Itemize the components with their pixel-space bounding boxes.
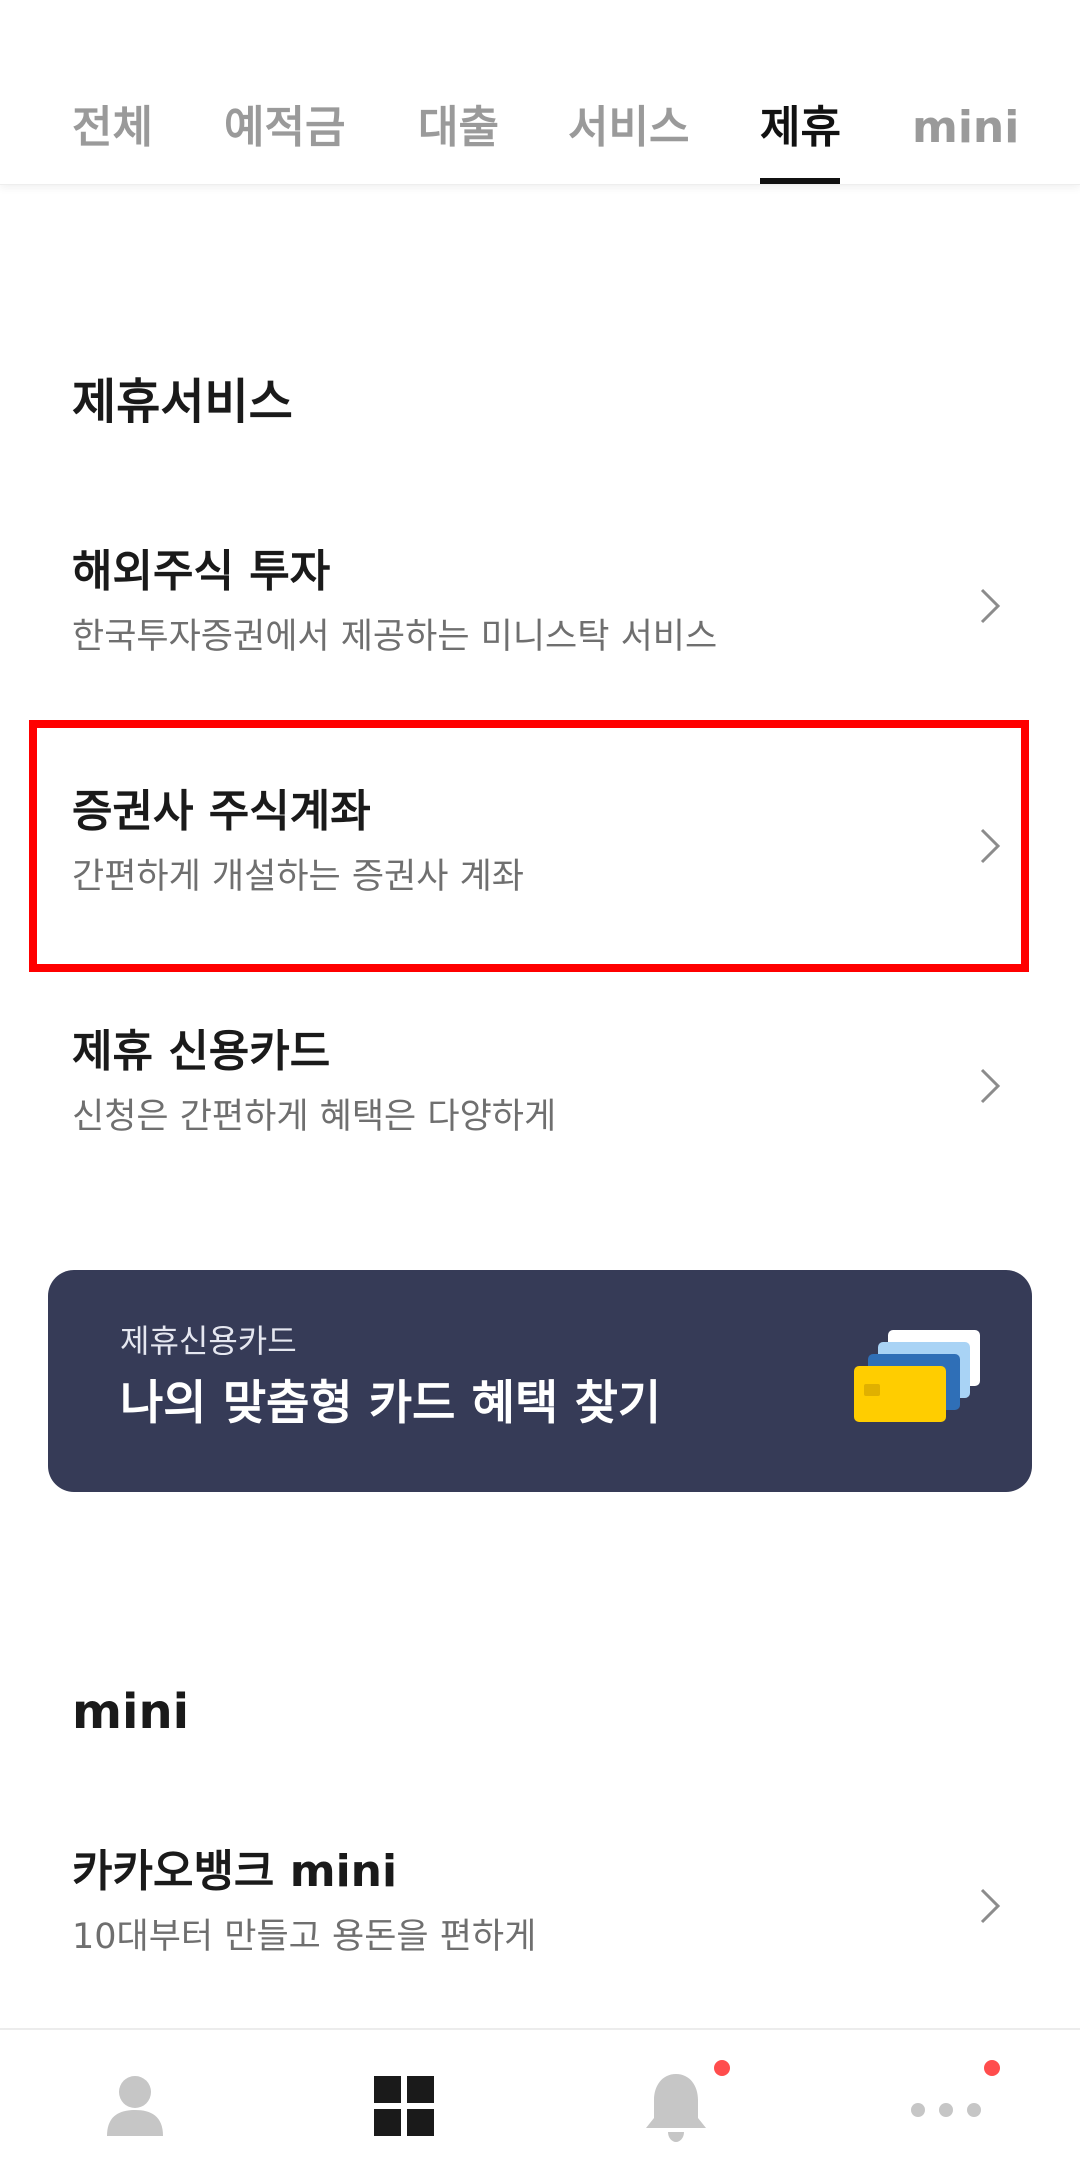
chevron-right-icon	[980, 1888, 1001, 1924]
tab-services[interactable]: 서비스	[568, 100, 689, 156]
item-title: 제휴 신용카드	[72, 1026, 331, 1077]
nav-products[interactable]	[364, 2066, 444, 2146]
chevron-right-icon	[980, 1068, 1001, 1104]
list-item-overseas-stocks[interactable]: 해외주식 투자 한국투자증권에서 제공하는 미니스탁 서비스	[0, 520, 1080, 720]
bottom-navigation	[0, 2028, 1080, 2178]
item-subtitle: 한국투자증권에서 제공하는 미니스탁 서비스	[72, 617, 718, 657]
nav-more[interactable]	[906, 2066, 986, 2146]
nav-my-account[interactable]	[95, 2066, 175, 2146]
item-title: 해외주식 투자	[72, 546, 331, 597]
section-title-mini: mini	[72, 1684, 190, 1740]
chevron-right-icon	[980, 588, 1001, 624]
highlight-box	[29, 720, 1029, 972]
tab-loans[interactable]: 대출	[418, 100, 499, 156]
tab-deposits[interactable]: 예적금	[224, 100, 345, 156]
notification-badge	[714, 2060, 730, 2076]
card-benefit-banner[interactable]: 제휴신용카드 나의 맞춤형 카드 혜택 찾기	[48, 1270, 1032, 1492]
more-badge	[984, 2060, 1000, 2076]
item-title: 카카오뱅크 mini	[72, 1846, 398, 1897]
tab-partnership[interactable]: 제휴	[760, 100, 841, 156]
nav-notifications[interactable]	[636, 2066, 716, 2146]
credit-cards-icon	[854, 1330, 980, 1422]
person-icon	[107, 2076, 163, 2136]
banner-title: 나의 맞춤형 카드 혜택 찾기	[120, 1376, 662, 1431]
section-title-partner-services: 제휴서비스	[72, 374, 293, 430]
category-tab-bar: 전체 예적금 대출 서비스 제휴 mini	[0, 0, 1080, 185]
active-tab-indicator	[760, 178, 840, 184]
tab-all[interactable]: 전체	[72, 100, 153, 156]
grid-icon	[374, 2076, 434, 2136]
list-item-partner-credit-card[interactable]: 제휴 신용카드 신청은 간편하게 혜택은 다양하게	[0, 1000, 1080, 1200]
list-item-kakaobank-mini[interactable]: 카카오뱅크 mini 10대부터 만들고 용돈을 편하게	[0, 1820, 1080, 2020]
banner-subtitle: 제휴신용카드	[120, 1322, 297, 1360]
bell-icon	[646, 2074, 706, 2142]
item-subtitle: 10대부터 만들고 용돈을 편하게	[72, 1917, 537, 1957]
tab-mini[interactable]: mini	[912, 100, 1019, 156]
more-icon	[911, 2103, 981, 2117]
item-subtitle: 신청은 간편하게 혜택은 다양하게	[72, 1097, 557, 1137]
